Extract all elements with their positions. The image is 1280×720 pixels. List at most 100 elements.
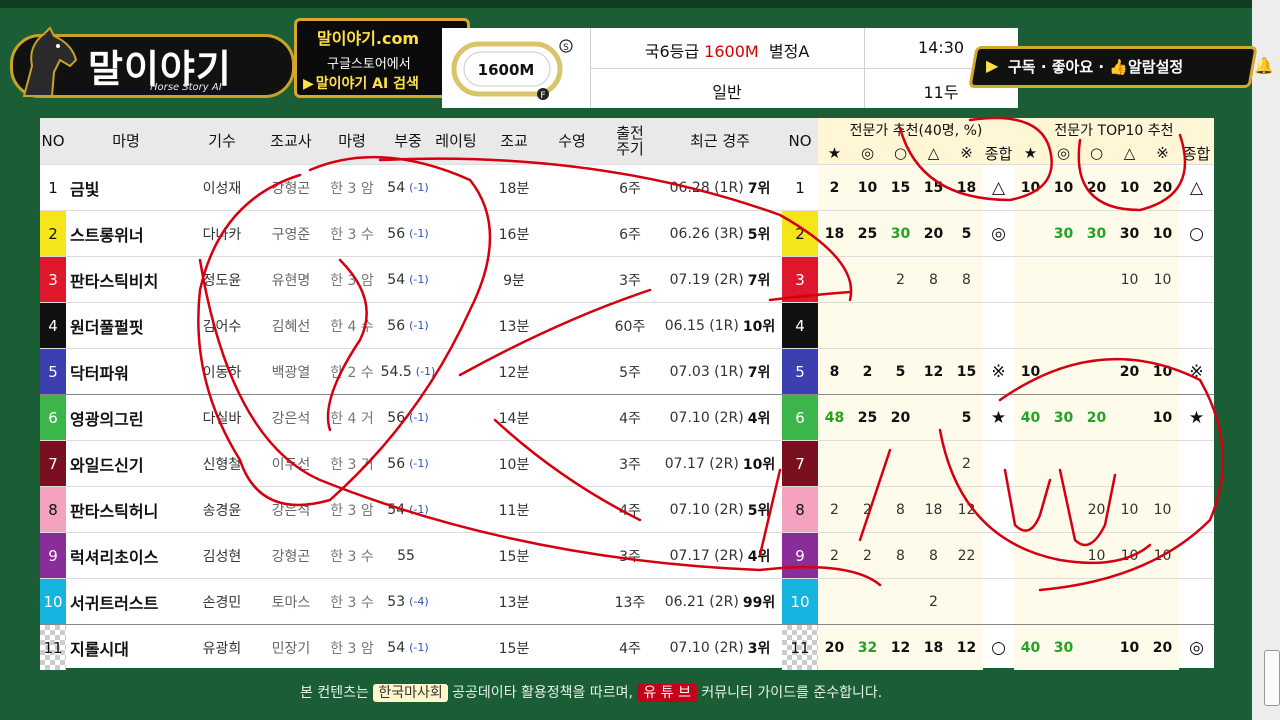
horse-name[interactable]: 판타스틱비치 (70, 257, 186, 302)
horse-name[interactable]: 원더풀펄핏 (70, 303, 186, 348)
training-time: 12분 (498, 364, 530, 381)
table-row[interactable]: 9 럭셔리초이스 김성현 강형곤 한 3 수 55 15분 3주 07.17 (2R) 4위 9 2 2… (40, 532, 1214, 578)
horse-name[interactable]: 영광의그린 (70, 395, 186, 440)
col-recent-header: 최근 경주 (690, 132, 750, 150)
expert-cell: 15 (950, 349, 983, 394)
expert-cell: 8 (818, 349, 851, 394)
horse-name[interactable]: 서귀트러스트 (70, 579, 186, 624)
expert-col-6-header: ★ (1023, 144, 1038, 162)
table-row[interactable]: 6 영광의그린 다실바 강은석 한 4 거 56 (-1) 14분 4주 07.10 (2R) 4위… (40, 394, 1214, 440)
expert-cell (1146, 579, 1179, 624)
expert-cell (1047, 533, 1080, 578)
jockey-name: 김어수 (202, 318, 242, 335)
expert-cell: 10 (1146, 349, 1179, 394)
start-marker: S (563, 43, 569, 53)
expert-cell: ○ (1189, 223, 1204, 244)
expert-cell: 8 (884, 533, 917, 578)
row-no: 1 (40, 165, 66, 210)
horse-name[interactable]: 지롤시대 (70, 625, 186, 670)
race-interval: 3주 (619, 548, 641, 565)
trainer-name: 구영준 (271, 226, 311, 243)
horse-head-icon (22, 26, 78, 97)
horse-name[interactable]: 스트롱위너 (70, 211, 186, 256)
table-row[interactable]: 7 와일드신기 신형철 이두선 한 3 거 56 (-1) 10분 3주 07.17 (2R) 10… (40, 440, 1214, 486)
training-time: 14분 (498, 410, 530, 427)
col-no-header: NO (41, 132, 65, 150)
horse-name[interactable]: 와일드신기 (70, 441, 186, 486)
expert-cell: 10 (1146, 257, 1179, 302)
expert-cell: 32 (851, 625, 884, 670)
expert-cell: 10 (1014, 165, 1047, 210)
expert-cell: 2 (851, 487, 884, 532)
expert-cell: 12 (917, 349, 950, 394)
expert-cell: 10 (1146, 395, 1179, 440)
race-category: 일반 (712, 83, 742, 102)
youtube-badge: 유 튜 브 (637, 684, 697, 702)
expert-cell: ★ (990, 407, 1007, 428)
expert-group-all-title: 전문가 추천(40명, %) (849, 123, 983, 139)
table-row[interactable]: 11 지롤시대 유광희 민장기 한 3 암 54 (-1) 15분 4주 07.10 (2R) 3위… (40, 624, 1214, 670)
expert-cell: 18 (917, 625, 950, 670)
training-time: 10분 (498, 456, 530, 473)
horse-name[interactable]: 금빛 (70, 165, 186, 210)
expert-cell: 10 (1047, 165, 1080, 210)
race-interval: 6주 (619, 226, 641, 243)
horse-name[interactable]: 판타스틱허니 (70, 487, 186, 532)
expert-cell (884, 441, 917, 486)
expert-col-5-header: 종합 (984, 144, 1013, 163)
row-no2: 8 (782, 487, 818, 532)
expert-col-7-header: ◎ (1056, 144, 1071, 162)
trainer-name: 민장기 (271, 640, 311, 657)
table-row[interactable]: 4 원더풀펄핏 김어수 김혜선 한 4 수 56 (-1) 13분 60주 06.15 (1R) 1… (40, 302, 1214, 348)
track-distance: 1600M (478, 61, 535, 79)
weight-cell: 56 (-1) (387, 409, 429, 426)
row-no: 6 (40, 395, 66, 440)
race-interval: 3주 (619, 272, 641, 289)
table-row[interactable]: 2 스트롱위너 다나카 구영준 한 3 수 56 (-1) 16분 6주 06.26 (3R) 5위… (40, 210, 1214, 256)
expert-cell: 15 (884, 165, 917, 210)
jockey-name: 이동하 (202, 364, 242, 381)
horse-name[interactable]: 닥터파워 (70, 349, 186, 394)
table-row[interactable]: 5 닥터파워 이동하 백광열 한 2 수 54.5 (-1) 12분 5주 07.03 (1R) 7… (40, 348, 1214, 394)
expert-cell: 15 (917, 165, 950, 210)
weight-cell: 54 (-1) (387, 639, 429, 656)
table-row[interactable]: 10 서귀트러스트 손경민 토마스 한 3 수 53 (-4) 13분 13주 06.21 (2R… (40, 578, 1214, 624)
scroll-handle[interactable] (1264, 650, 1280, 706)
table-row[interactable]: 8 판타스틱허니 송경윤 강은석 한 3 암 54 (-1) 11분 4주 07.10 (2R) 5… (40, 486, 1214, 532)
expert-cell: 18 (917, 487, 950, 532)
row-no: 4 (40, 303, 66, 348)
table-row[interactable]: 1 금빛 이성재 강형곤 한 3 암 54 (-1) 18분 6주 06.28 (1R) 7위 1 2 1… (40, 164, 1214, 210)
expert-cell (950, 303, 983, 348)
expert-cell: 10 (1146, 211, 1179, 256)
weight-cell: 54 (-1) (387, 271, 429, 288)
row-no2: 4 (782, 303, 818, 348)
weight-cell: 54.5 (-1) (380, 363, 436, 380)
subscribe-text: 구독 · 좋아요 · 👍알람설정 (1008, 58, 1184, 76)
promo-search: ▶ 말이야기 AI 검색 (303, 76, 419, 92)
recent-race: 06.21 (2R) 99위 (664, 593, 776, 611)
horse-name[interactable]: 럭셔리초이스 (70, 533, 186, 578)
expert-cell: 10 (1146, 487, 1179, 532)
recent-race: 06.28 (1R) 7위 (669, 179, 771, 197)
footer-notice: 본 컨텐츠는 한국마사회 공공데이타 활용정책을 따르며, 유 튜 브 커뮤니티… (300, 684, 883, 702)
expert-cell (1146, 303, 1179, 348)
expert-cell: 10 (1113, 625, 1146, 670)
expert-cell (1113, 303, 1146, 348)
horse-age: 한 3 거 (330, 456, 374, 473)
weight-cell: 54 (-1) (387, 179, 429, 196)
expert-cell: 18 (950, 165, 983, 210)
expert-cell (983, 487, 1014, 532)
trainer-name: 유현명 (271, 272, 311, 289)
expert-cell (1146, 441, 1179, 486)
expert-cell: 25 (851, 211, 884, 256)
expert-cell: 40 (1014, 625, 1047, 670)
table-row[interactable]: 3 판타스틱비치 정도윤 유현명 한 3 암 54 (-1) 9분 3주 07.19 (2R) 7위… (40, 256, 1214, 302)
horse-age: 한 3 수 (330, 226, 374, 243)
expert-cell: 12 (884, 625, 917, 670)
row-no: 7 (40, 441, 66, 486)
weight-cell: 54 (-1) (387, 501, 429, 518)
expert-cell (1080, 349, 1113, 394)
col-no2-header: NO (788, 132, 812, 150)
track-diagram: S F 1600M (451, 39, 573, 100)
expert-cell: 48 (818, 395, 851, 440)
